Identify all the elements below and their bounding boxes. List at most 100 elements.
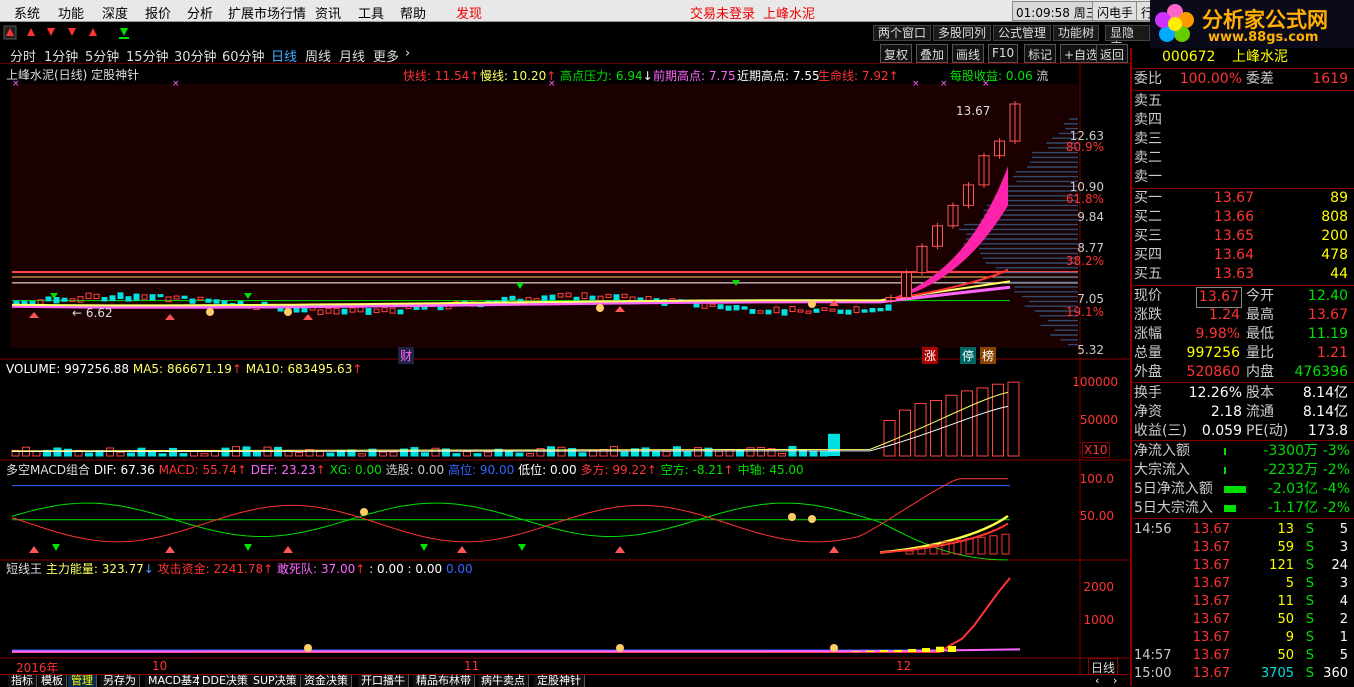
formula-manage-button[interactable]: 公式管理 <box>993 25 1052 41</box>
arrow-up-icon <box>89 28 97 36</box>
period-tab[interactable]: 30分钟 <box>174 46 217 65</box>
formula-tab[interactable]: 病牛卖点 <box>478 675 529 687</box>
period-tab-more[interactable]: 更多 <box>373 46 399 65</box>
indicator-prev-high: 前期高点: 7.75 <box>653 69 736 83</box>
period-tab-daily[interactable]: 日线 <box>271 46 297 65</box>
menu-help[interactable]: 帮助 <box>400 3 426 22</box>
restore-rights-button[interactable]: 复权 <box>880 44 913 63</box>
menu-tools[interactable]: 工具 <box>358 3 384 22</box>
sell-level-5[interactable]: 卖五 <box>1132 92 1354 111</box>
period-tab[interactable]: 1分钟 <box>44 46 78 65</box>
volume-bar <box>683 450 692 457</box>
candle <box>117 292 124 300</box>
candle <box>341 308 348 315</box>
buy-arrow-icon <box>29 546 39 553</box>
ranking-marker[interactable]: 榜 <box>980 347 997 364</box>
chevron-right-icon[interactable]: › <box>405 46 410 61</box>
menu-system[interactable]: 系统 <box>14 3 40 22</box>
hand-icon <box>616 644 624 652</box>
energy-bar <box>852 651 860 652</box>
volume-bar <box>358 453 366 457</box>
candle <box>749 309 756 314</box>
limit-up-marker[interactable]: 涨 <box>922 347 939 364</box>
quote-row: 涨跌 1.24 最高 13.67 <box>1134 307 1348 323</box>
period-tab[interactable]: 周线 <box>305 46 331 65</box>
buy-arrow-icon <box>283 546 293 553</box>
formula-tab[interactable]: 另存为 <box>100 675 140 687</box>
buy-level-3[interactable]: 买三 13.65 200 <box>1132 227 1354 246</box>
flow-bar <box>1224 486 1246 493</box>
function-toolbar: 两个窗口 多股同列 公式管理 功能树 显隐底 <box>140 24 1150 54</box>
tick-row: 13.67 121 S 24 <box>1192 558 1348 573</box>
nav-arrow-icons[interactable] <box>0 24 140 42</box>
sell-level-2[interactable]: 卖二 <box>1132 149 1354 168</box>
trade-login-status[interactable]: 交易未登录 <box>690 3 755 22</box>
period-tab[interactable]: 分时 <box>10 46 36 65</box>
energy-bar <box>936 646 944 652</box>
two-windows-button[interactable]: 两个窗口 <box>873 25 932 41</box>
candle <box>301 307 308 313</box>
period-tab[interactable]: 5分钟 <box>85 46 119 65</box>
buy-level-4[interactable]: 买四 13.64 478 <box>1132 246 1354 265</box>
formula-tab[interactable]: 模板 <box>38 675 67 687</box>
menu-extended-market[interactable]: 扩展市场行情 <box>228 3 306 22</box>
hand-icon <box>284 308 292 316</box>
period-tab[interactable]: 15分钟 <box>126 46 169 65</box>
formula-tab[interactable]: MACD基本 <box>145 675 207 687</box>
formula-tab[interactable]: SUP决策 <box>250 675 301 687</box>
menu-depth[interactable]: 深度 <box>102 3 128 22</box>
menu-function[interactable]: 功能 <box>58 3 84 22</box>
menu-news[interactable]: 资讯 <box>315 3 341 22</box>
menu-quote[interactable]: 报价 <box>145 3 171 22</box>
buy-arrow-icon <box>615 546 625 553</box>
formula-tab[interactable]: 精品布林带 <box>413 675 475 687</box>
f10-button[interactable]: F10 <box>988 44 1019 63</box>
buy-level-1[interactable]: 买一 13.67 89 <box>1132 189 1354 208</box>
volume-bar <box>169 447 177 457</box>
volume-bar <box>526 453 534 457</box>
back-button[interactable]: 返回 <box>1096 44 1129 63</box>
period-tab[interactable]: 月线 <box>339 46 365 65</box>
buy-level-2[interactable]: 买二 13.66 808 <box>1132 208 1354 227</box>
sell-level-1[interactable]: 卖一 <box>1132 168 1354 187</box>
y-tick: 100000 <box>1072 375 1118 389</box>
quote-side-panel: 000672 上峰水泥 委比 100.00% 委差 1619 卖五 卖四 卖三 … <box>1130 48 1354 686</box>
formula-tab[interactable]: 资金决策 <box>301 675 352 687</box>
toggle-bottom-button[interactable]: 显隐底 <box>1105 25 1150 54</box>
draw-line-button[interactable]: 画线 <box>952 44 985 63</box>
volume-bar <box>200 453 209 457</box>
formula-tab[interactable]: 指标 <box>8 675 37 687</box>
formula-tab[interactable]: 定股神针 <box>534 675 585 687</box>
halt-marker[interactable]: 停 <box>960 347 977 364</box>
flow-row: 5日净流入额 -2.03亿 -4% <box>1134 481 1350 497</box>
flash-order-button[interactable]: 闪电手 <box>1092 1 1139 21</box>
menu-discover[interactable]: 发现 <box>456 3 482 22</box>
candle <box>765 309 772 315</box>
formula-tab-active[interactable]: 管理 <box>68 675 97 687</box>
chevron-right-icon[interactable]: › <box>1110 675 1120 687</box>
finance-marker[interactable]: 财 <box>398 347 415 364</box>
volume-ma5 <box>11 391 1009 452</box>
chevron-left-icon[interactable]: ‹ <box>1092 675 1102 687</box>
period-tab[interactable]: 60分钟 <box>222 46 265 65</box>
volume-bar <box>828 433 840 456</box>
candle <box>53 297 60 304</box>
volume-bar <box>389 451 398 457</box>
function-tree-button[interactable]: 功能树 <box>1053 25 1100 41</box>
menu-analysis[interactable]: 分析 <box>187 3 213 22</box>
sell-level-4[interactable]: 卖四 <box>1132 111 1354 130</box>
volume-bar <box>662 450 671 457</box>
chart-area[interactable]: × × × × × × 上峰水泥(日线) 定股神针 快线: 11.54↑ 慢线: 10.2… <box>0 64 1130 677</box>
buy-arrow-icon <box>457 546 467 553</box>
overlay-button[interactable]: 叠加 <box>916 44 949 63</box>
candle <box>741 306 748 310</box>
candle <box>413 306 420 311</box>
tick-row: 15:00 13.67 3705 S 360 <box>1134 666 1348 681</box>
multi-stock-button[interactable]: 多股同列 <box>933 25 992 41</box>
sell-level-3[interactable]: 卖三 <box>1132 130 1354 149</box>
buy-level-5[interactable]: 买五 13.63 44 <box>1132 265 1354 284</box>
formula-tab[interactable]: DDE决策 <box>199 675 252 687</box>
flower-logo-icon <box>1155 4 1194 42</box>
mark-button[interactable]: 标记 <box>1024 44 1057 63</box>
formula-tab[interactable]: 开口播牛 <box>358 675 409 687</box>
